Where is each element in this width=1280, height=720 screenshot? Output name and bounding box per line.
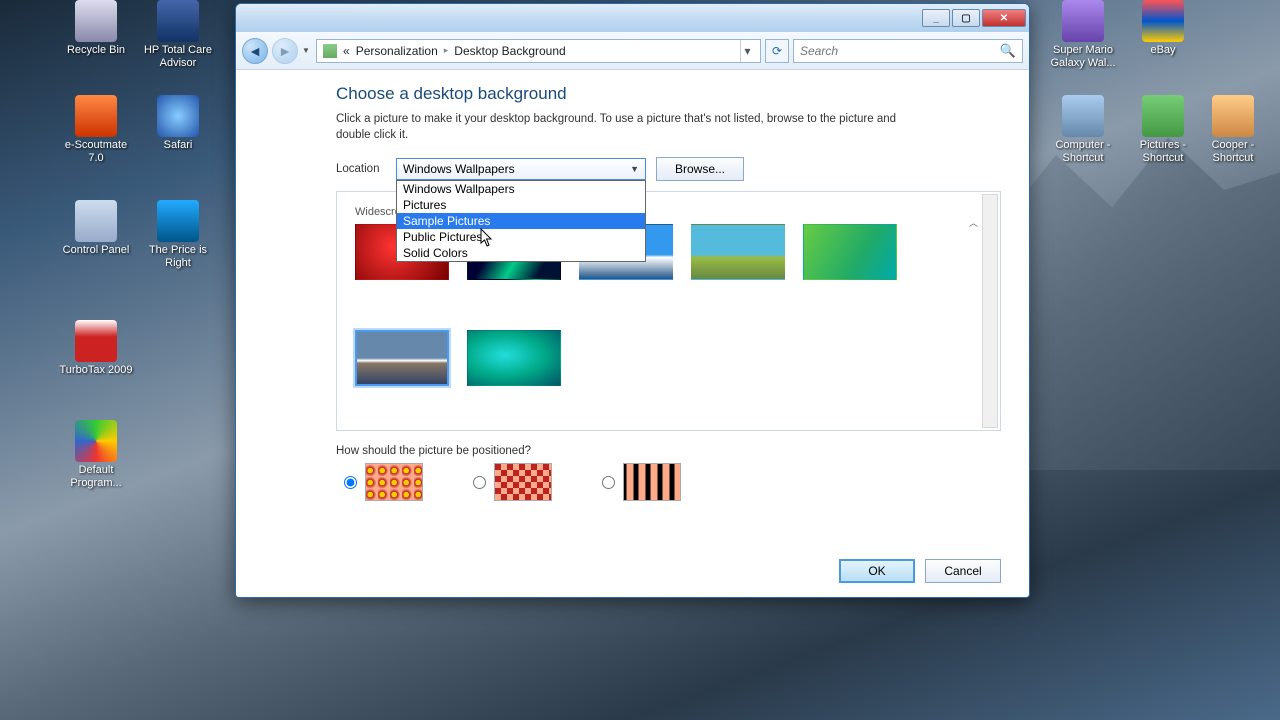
app-icon [75,420,117,462]
wallpaper-thumbnail[interactable] [691,224,785,280]
explorer-navbar: ◄ ► ▼ « Personalization ▸ Desktop Backgr… [236,32,1029,70]
breadcrumb-personalization[interactable]: Personalization [356,44,438,58]
position-option[interactable] [344,463,423,501]
desktop-icon[interactable]: The Price is Right [140,200,216,269]
icon-label: The Price is Right [140,244,216,269]
position-option[interactable] [473,463,552,501]
nav-history-dropdown[interactable]: ▼ [302,46,312,55]
location-selected[interactable]: Windows Wallpapers ▼ [396,158,646,180]
address-bar[interactable]: « Personalization ▸ Desktop Background ▾ [316,39,761,63]
location-selected-text: Windows Wallpapers [403,162,515,176]
breadcrumb-pre[interactable]: « [343,44,350,58]
location-option[interactable]: Windows Wallpapers [397,181,645,197]
location-option[interactable]: Solid Colors [397,245,645,261]
app-icon [1212,95,1254,137]
window-titlebar[interactable]: _ ▢ ✕ [236,4,1029,32]
desktop-icon[interactable]: Computer - Shortcut [1045,95,1121,164]
icon-label: Computer - Shortcut [1045,139,1121,164]
desktop-icon[interactable]: TurboTax 2009 [58,320,134,377]
wallpaper-thumbnail[interactable] [803,224,897,280]
position-thumb [365,463,423,501]
breadcrumb-desktop-background[interactable]: Desktop Background [454,44,565,58]
desktop-icon[interactable]: Pictures - Shortcut [1125,95,1201,164]
location-icon [323,44,337,58]
maximize-button[interactable]: ▢ [952,9,980,27]
position-options [336,463,1001,501]
icon-label: Recycle Bin [58,44,134,57]
breadcrumb-separator: ▸ [444,45,449,56]
vertical-scrollbar[interactable] [982,194,998,428]
position-option[interactable] [602,463,681,501]
desktop-icon[interactable]: Safari [140,95,216,152]
chevron-down-icon: ▼ [630,164,639,174]
icon-label: eBay [1125,44,1201,57]
search-input[interactable] [800,44,1000,58]
desktop-icon[interactable]: Control Panel [58,200,134,257]
icon-label: Super Mario Galaxy Wal... [1045,44,1121,69]
icon-label: Pictures - Shortcut [1125,139,1201,164]
app-icon [1142,0,1184,42]
icon-label: Cooper - Shortcut [1195,139,1271,164]
search-icon[interactable]: 🔍 [1000,43,1016,59]
address-dropdown[interactable]: ▾ [740,40,754,62]
back-button[interactable]: ◄ [242,38,268,64]
position-radio[interactable] [602,476,615,489]
position-thumb [494,463,552,501]
location-row: Location Windows Wallpapers ▼ Windows Wa… [336,157,1001,181]
page-title: Choose a desktop background [336,84,1001,104]
wallpaper-thumbnail[interactable] [355,330,449,386]
desktop-icon[interactable]: Default Program... [58,420,134,489]
icon-label: HP Total Care Advisor [140,44,216,69]
icon-label: Safari [140,139,216,152]
app-icon [1062,95,1104,137]
icon-label: TurboTax 2009 [58,364,134,377]
app-icon [75,95,117,137]
position-radio[interactable] [473,476,486,489]
desktop-icon[interactable]: HP Total Care Advisor [140,0,216,69]
wallpaper-thumbnail[interactable] [467,330,561,386]
app-icon [75,320,117,362]
dialog-buttons: OK Cancel [839,559,1001,583]
location-options-list[interactable]: Windows WallpapersPicturesSample Picture… [396,180,646,262]
minimize-button[interactable]: _ [922,9,950,27]
position-radio[interactable] [344,476,357,489]
icon-label: Control Panel [58,244,134,257]
app-icon [1142,95,1184,137]
desktop-icon[interactable]: Super Mario Galaxy Wal... [1045,0,1121,69]
browse-button[interactable]: Browse... [656,157,744,181]
app-icon [1062,0,1104,42]
desktop-icon[interactable]: eBay [1125,0,1201,57]
app-icon [157,0,199,42]
cancel-button[interactable]: Cancel [925,559,1001,583]
position-thumb [623,463,681,501]
icon-label: e-Scoutmate 7.0 [58,139,134,164]
desktop-icon[interactable]: e-Scoutmate 7.0 [58,95,134,164]
app-icon [75,200,117,242]
location-option[interactable]: Public Pictures [397,229,645,245]
search-box[interactable]: 🔍 [793,39,1023,63]
category-collapse-icon[interactable]: ︿ [969,216,978,229]
page-description: Click a picture to make it your desktop … [336,112,916,143]
app-icon [75,0,117,42]
location-dropdown[interactable]: Windows Wallpapers ▼ Windows WallpapersP… [396,158,646,180]
desktop-icon[interactable]: Cooper - Shortcut [1195,95,1271,164]
icon-label: Default Program... [58,464,134,489]
position-question: How should the picture be positioned? [336,445,1001,457]
location-option[interactable]: Sample Pictures [397,213,645,229]
close-button[interactable]: ✕ [982,9,1026,27]
ok-button[interactable]: OK [839,559,915,583]
location-option[interactable]: Pictures [397,197,645,213]
app-icon [157,200,199,242]
content-pane: Choose a desktop background Click a pict… [236,70,1029,597]
location-label: Location [336,163,386,175]
forward-button[interactable]: ► [272,38,298,64]
desktop-background-window: _ ▢ ✕ ◄ ► ▼ « Personalization ▸ Desktop … [235,3,1030,598]
desktop-icon[interactable]: Recycle Bin [58,0,134,57]
refresh-button[interactable]: ⟳ [765,39,789,63]
app-icon [157,95,199,137]
